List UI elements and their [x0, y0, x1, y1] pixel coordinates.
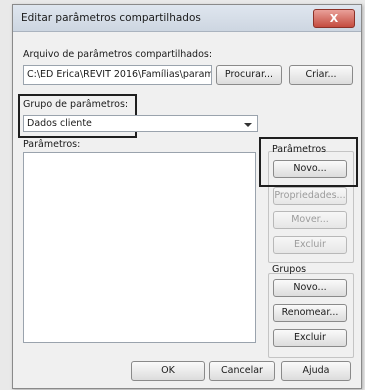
group-label: Grupo de parâmetros: — [23, 99, 129, 110]
help-button[interactable]: Ajuda — [281, 361, 351, 381]
params-listbox[interactable] — [23, 152, 256, 343]
browse-button[interactable]: Procurar... — [216, 65, 282, 85]
create-button[interactable]: Criar... — [289, 65, 353, 85]
grupos-title: Grupos — [272, 264, 307, 275]
file-label: Arquivo de parâmetros compartilhados: — [23, 49, 213, 60]
group-select-value: Dados cliente — [27, 118, 92, 129]
file-path-field[interactable]: C:\ED Erica\REVIT 2016\Famílias\paramet — [23, 65, 212, 85]
rename-group-button[interactable]: Renomear... — [273, 304, 347, 322]
dialog-window: Editar parâmetros compartilhados X Arqui… — [12, 4, 362, 389]
properties-button[interactable]: Propriedades... — [273, 187, 347, 205]
parametros-title: Parâmetros — [272, 144, 327, 155]
ok-button[interactable]: OK — [131, 361, 205, 381]
params-list-label: Parâmetros: — [23, 139, 81, 150]
chevron-down-icon — [244, 123, 252, 127]
dialog-title: Editar parâmetros compartilhados — [21, 12, 201, 24]
delete-group-button[interactable]: Excluir — [273, 329, 347, 347]
delete-parameter-button[interactable]: Excluir — [273, 236, 347, 254]
group-select[interactable]: Dados cliente — [23, 115, 258, 132]
close-button[interactable]: X — [313, 9, 355, 28]
new-parameter-button[interactable]: Novo... — [273, 160, 347, 178]
cancel-button[interactable]: Cancelar — [209, 361, 275, 381]
title-bar: Editar parâmetros compartilhados X — [13, 5, 361, 32]
new-group-button[interactable]: Novo... — [273, 279, 347, 297]
move-button[interactable]: Mover... — [273, 211, 347, 229]
